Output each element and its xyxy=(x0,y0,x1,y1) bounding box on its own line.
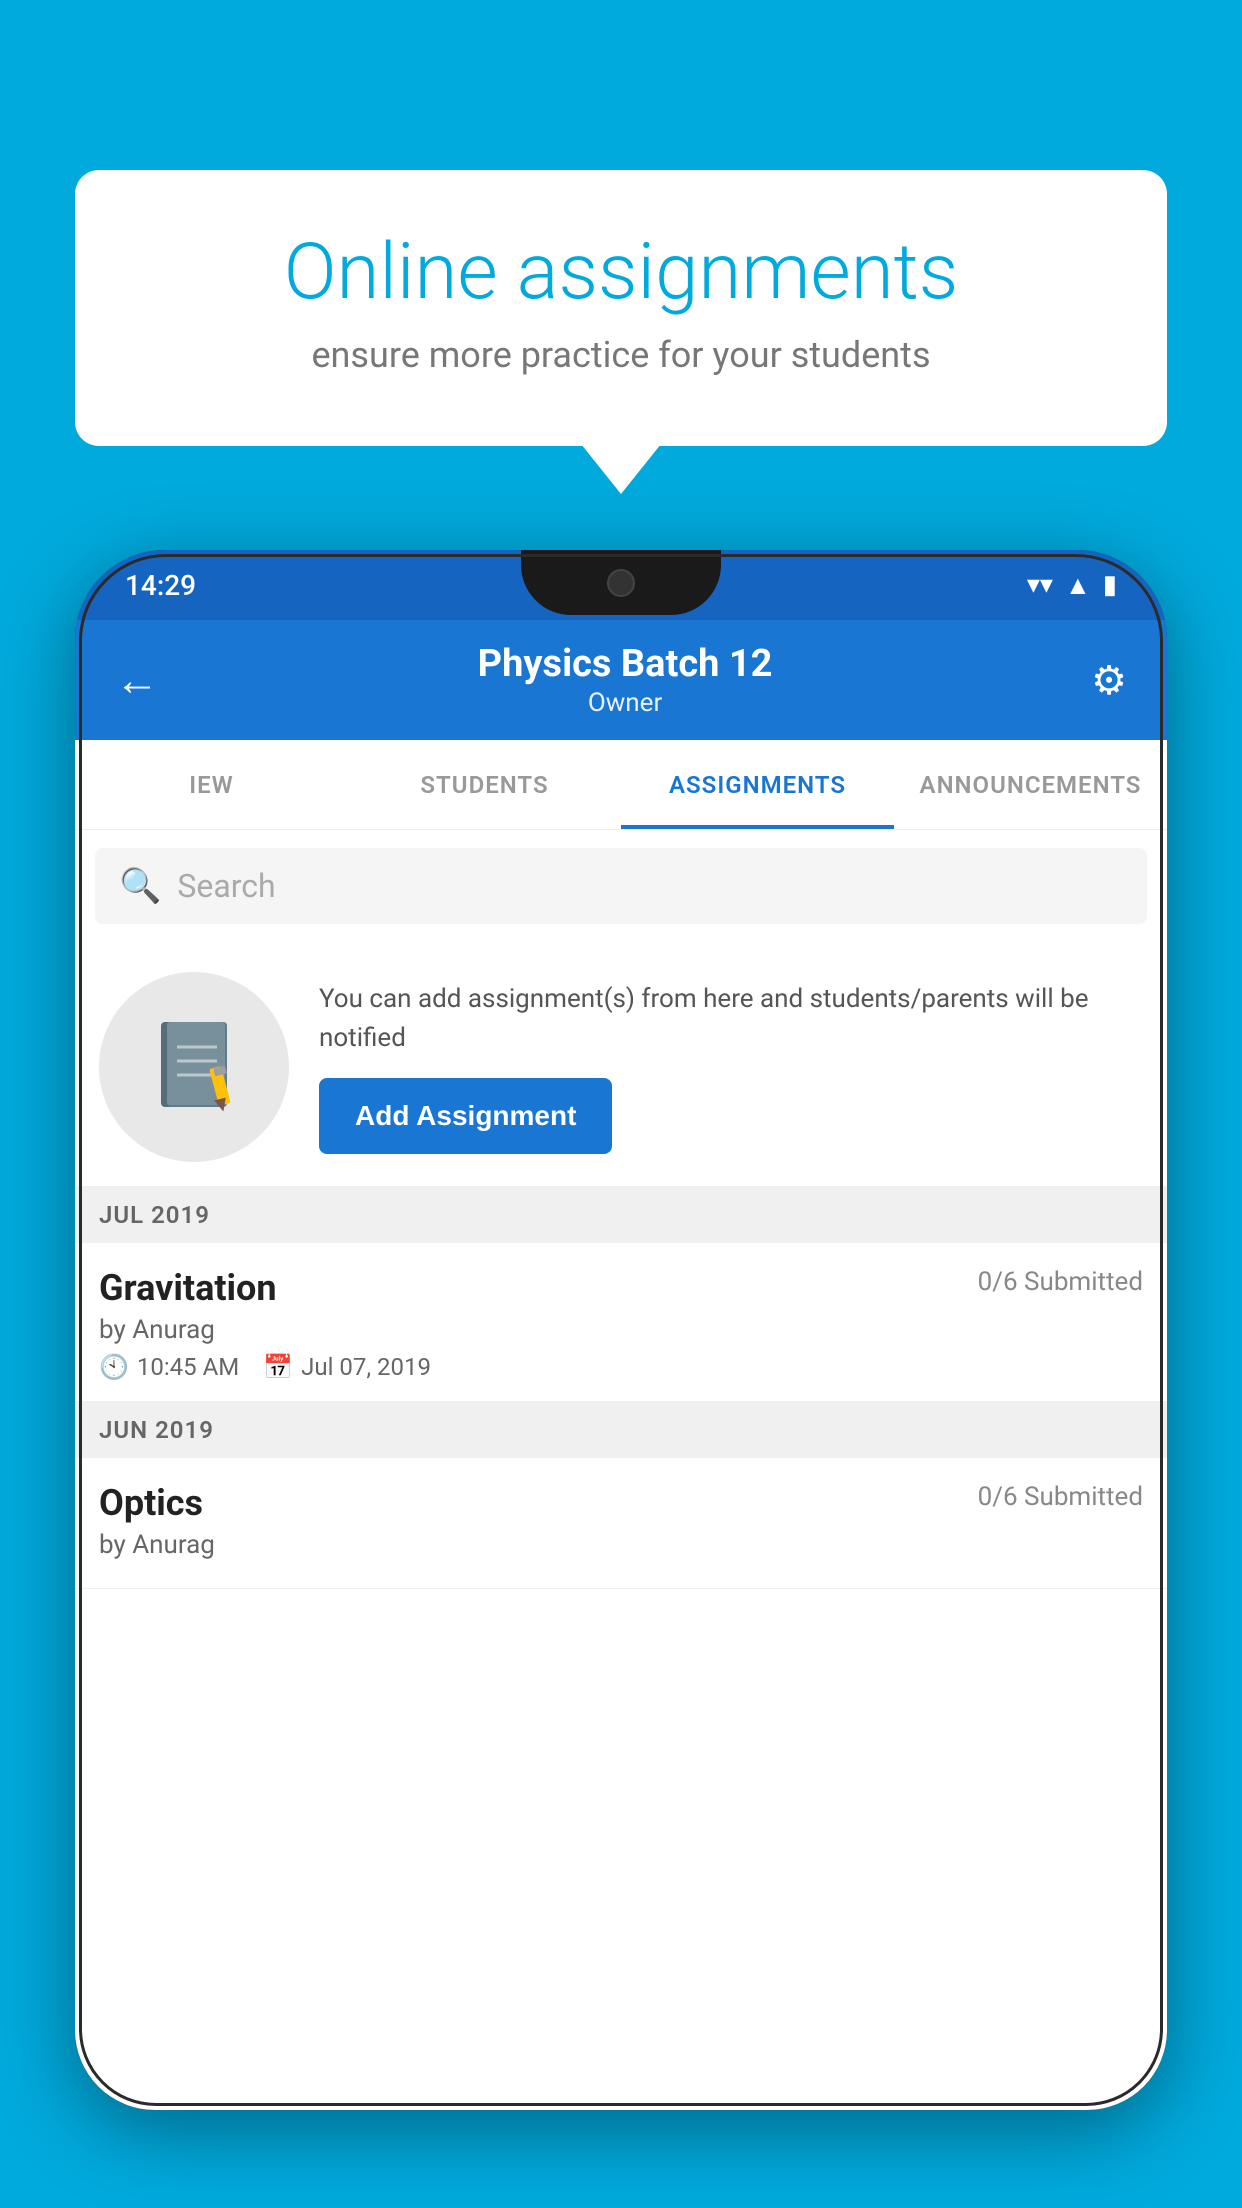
optics-status: 0/6 Submitted xyxy=(978,1482,1143,1512)
speech-bubble-container: Online assignments ensure more practice … xyxy=(75,170,1167,446)
assignment-row-top-optics: Optics 0/6 Submitted xyxy=(99,1482,1143,1524)
tab-assignments[interactable]: ASSIGNMENTS xyxy=(621,740,894,829)
assignment-time: 🕙 10:45 AM xyxy=(99,1353,239,1381)
settings-icon[interactable]: ⚙ xyxy=(1091,657,1127,704)
promo-icon-circle xyxy=(99,972,289,1162)
notebook-icon xyxy=(149,1017,239,1117)
status-icons: ▾▾ ▲ ▮ xyxy=(1027,570,1117,601)
content-area: 🔍 Search xyxy=(75,830,1167,2110)
section-header-jul: JUL 2019 xyxy=(75,1187,1167,1243)
optics-name: Optics xyxy=(99,1482,203,1524)
tab-students[interactable]: STUDENTS xyxy=(348,740,621,829)
speech-bubble: Online assignments ensure more practice … xyxy=(75,170,1167,446)
assignment-author: by Anurag xyxy=(99,1315,1143,1345)
calendar-icon: 📅 xyxy=(263,1353,293,1381)
header-title: Physics Batch 12 xyxy=(478,642,773,686)
assignment-item-optics[interactable]: Optics 0/6 Submitted by Anurag xyxy=(75,1458,1167,1589)
assignment-status: 0/6 Submitted xyxy=(978,1267,1143,1297)
notch xyxy=(521,550,721,615)
battery-icon: ▮ xyxy=(1103,570,1117,600)
header-center: Physics Batch 12 Owner xyxy=(478,642,773,718)
assignment-name: Gravitation xyxy=(99,1267,277,1309)
promo-section: You can add assignment(s) from here and … xyxy=(75,942,1167,1187)
promo-right: You can add assignment(s) from here and … xyxy=(319,980,1143,1154)
search-input-wrap[interactable]: 🔍 Search xyxy=(95,848,1147,924)
assignment-item-gravitation[interactable]: Gravitation 0/6 Submitted by Anurag 🕙 10… xyxy=(75,1243,1167,1402)
phone-container: 14:29 ▾▾ ▲ ▮ ← Physics Batch 12 Owner ⚙ … xyxy=(75,550,1167,2208)
search-icon: 🔍 xyxy=(119,866,161,906)
wifi-icon: ▾▾ xyxy=(1027,570,1053,600)
promo-text: You can add assignment(s) from here and … xyxy=(319,980,1143,1058)
phone-frame: 14:29 ▾▾ ▲ ▮ ← Physics Batch 12 Owner ⚙ … xyxy=(75,550,1167,2110)
optics-author: by Anurag xyxy=(99,1530,1143,1560)
assignment-row-top: Gravitation 0/6 Submitted xyxy=(99,1267,1143,1309)
section-header-jun: JUN 2019 xyxy=(75,1402,1167,1458)
search-input[interactable]: Search xyxy=(177,867,275,905)
add-assignment-button[interactable]: Add Assignment xyxy=(319,1078,612,1154)
app-header: ← Physics Batch 12 Owner ⚙ xyxy=(75,620,1167,740)
assignment-meta: 🕙 10:45 AM 📅 Jul 07, 2019 xyxy=(99,1353,1143,1381)
camera xyxy=(607,569,635,597)
tab-iew[interactable]: IEW xyxy=(75,740,348,829)
tab-bar: IEW STUDENTS ASSIGNMENTS ANNOUNCEMENTS xyxy=(75,740,1167,830)
search-bar: 🔍 Search xyxy=(75,830,1167,942)
bubble-title: Online assignments xyxy=(155,230,1087,316)
signal-icon: ▲ xyxy=(1065,570,1091,601)
header-subtitle: Owner xyxy=(478,688,773,718)
status-time: 14:29 xyxy=(125,569,196,602)
bubble-subtitle: ensure more practice for your students xyxy=(155,334,1087,376)
back-button[interactable]: ← xyxy=(115,654,159,706)
clock-icon: 🕙 xyxy=(99,1353,129,1381)
assignment-date: 📅 Jul 07, 2019 xyxy=(263,1353,431,1381)
tab-announcements[interactable]: ANNOUNCEMENTS xyxy=(894,740,1167,829)
